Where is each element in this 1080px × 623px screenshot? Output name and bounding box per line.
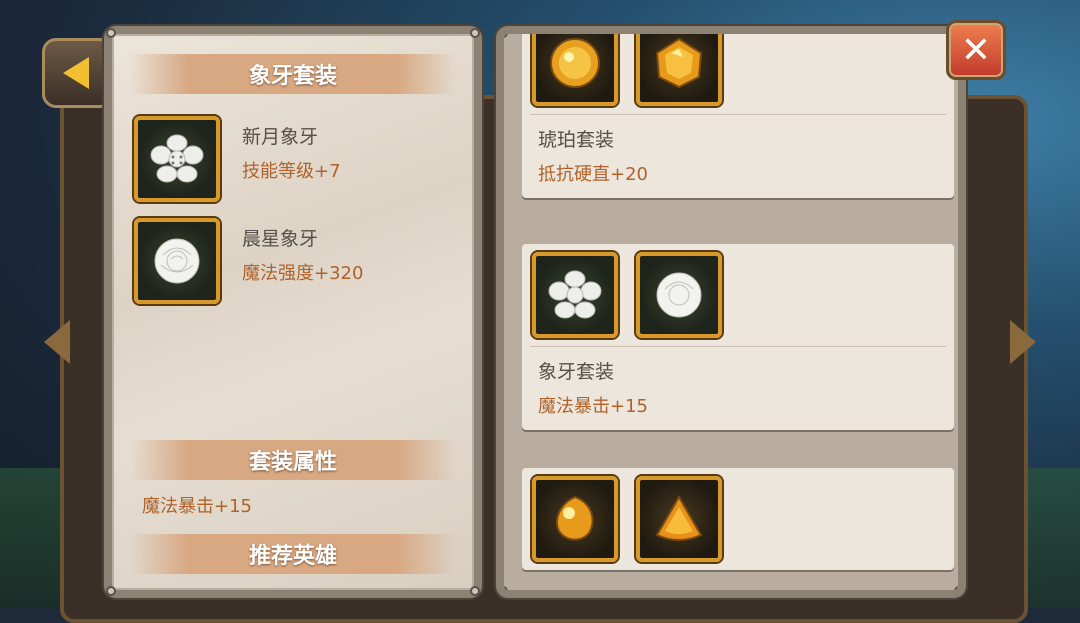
rivet (106, 28, 116, 38)
crescent-ivory-icon[interactable] (532, 252, 618, 338)
rivet (504, 34, 508, 38)
right-page-arrow[interactable] (1010, 320, 1036, 364)
amber-faceted-gem-icon[interactable] (636, 34, 722, 106)
back-arrow-icon (63, 57, 89, 89)
set-title-banner: 象牙套装 (130, 54, 456, 94)
set-stat: 魔法暴击+15 (538, 396, 648, 417)
amber-drop-gem-icon[interactable] (532, 476, 618, 562)
amber-round-gem-icon[interactable] (532, 34, 618, 106)
item-stat: 魔法强度+320 (242, 263, 364, 284)
set-card-amber[interactable]: 琥珀套装 抵抗硬直+20 (522, 34, 954, 198)
rivet (470, 28, 480, 38)
rivet (504, 586, 508, 590)
crescent-ivory-icon[interactable] (134, 116, 220, 202)
item-stat: 技能等级+7 (242, 161, 341, 182)
set-name: 琥珀套装 (538, 129, 615, 151)
set-item-row[interactable]: 晨星象牙 魔法强度+320 (134, 218, 363, 308)
set-stat: 抵抗硬直+20 (538, 164, 648, 185)
set-card-ivory[interactable]: 象牙套装 魔法暴击+15 (522, 244, 954, 430)
close-button[interactable]: ✕ (946, 20, 1006, 80)
morning-star-ivory-icon[interactable] (636, 252, 722, 338)
rivet (470, 586, 480, 596)
set-attribute-value: 魔法暴击+15 (142, 496, 252, 517)
amber-triangle-gem-icon[interactable] (636, 476, 722, 562)
set-detail-panel: 象牙套装 新月象牙 技能等级+7 晨星象牙 魔法强度+320 套装属性 魔法暴击… (104, 26, 482, 598)
rivet (106, 586, 116, 596)
morning-star-ivory-icon[interactable] (134, 218, 220, 304)
item-name: 新月象牙 (242, 126, 319, 148)
set-attribute-banner: 套装属性 (130, 440, 456, 480)
set-card-amber-2[interactable] (522, 468, 954, 570)
left-page-arrow[interactable] (44, 320, 70, 364)
set-list-panel[interactable]: 琥珀套装 抵抗硬直+20 象牙套装 魔法暴击+15 (496, 26, 966, 598)
recommended-heroes-banner: 推荐英雄 (130, 534, 456, 574)
close-icon: ✕ (960, 29, 992, 71)
item-name: 晨星象牙 (242, 228, 319, 250)
set-item-row[interactable]: 新月象牙 技能等级+7 (134, 116, 341, 206)
set-name: 象牙套装 (538, 361, 615, 383)
